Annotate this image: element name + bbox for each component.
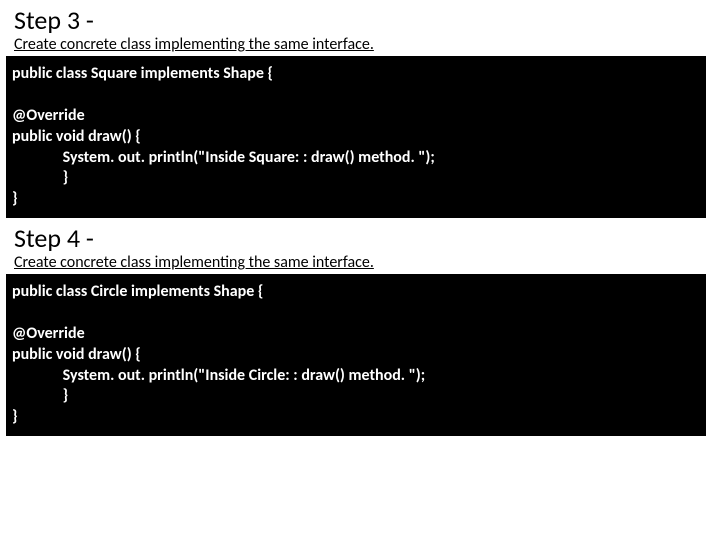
step-description: Create concrete class implementing the s… <box>14 36 374 54</box>
step-section: Step 3 - Create concrete class implement… <box>0 4 720 218</box>
step-title: Step 4 - <box>14 222 720 254</box>
step-description: Create concrete class implementing the s… <box>14 254 374 272</box>
step-title: Step 3 - <box>14 4 720 36</box>
step-section: Step 4 - Create concrete class implement… <box>0 222 720 436</box>
code-block: public class Square implements Shape { @… <box>6 56 706 218</box>
code-block: public class Circle implements Shape { @… <box>6 274 706 436</box>
